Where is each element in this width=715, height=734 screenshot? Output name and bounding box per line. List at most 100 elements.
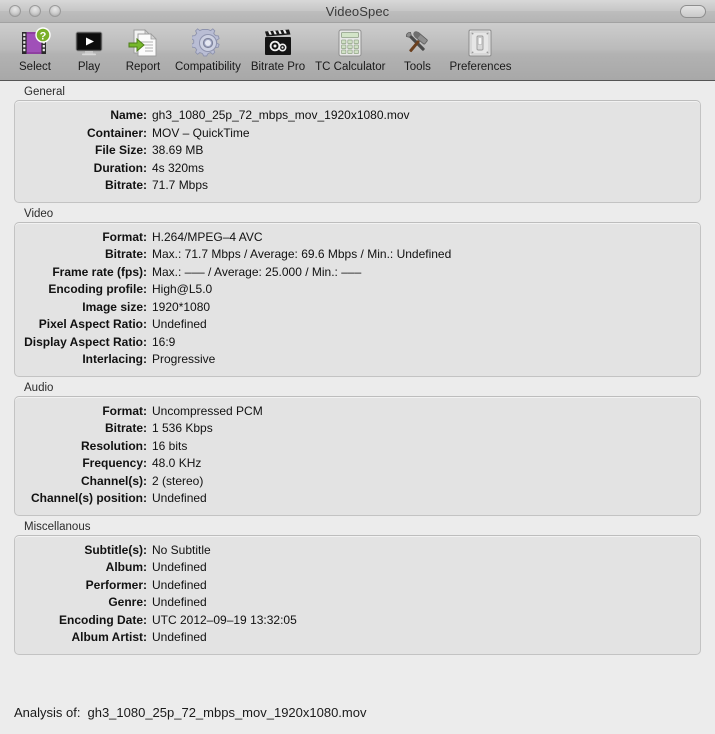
toolbar-button-tc-calculator[interactable]: TC Calculator — [310, 23, 390, 73]
zoom-button[interactable] — [49, 5, 61, 17]
info-row-image-size: Image size: 1920*1080 — [15, 299, 700, 317]
info-value: 2 (stereo) — [152, 473, 204, 488]
info-row-bitrate: Bitrate: 71.7 Mbps — [15, 177, 700, 195]
info-value: Undefined — [152, 577, 207, 592]
info-label: Name: — [110, 108, 147, 122]
info-value: Undefined — [152, 560, 207, 574]
info-row-pixel-aspect-ratio: Pixel Aspect Ratio: Undefined — [15, 316, 700, 334]
main-toolbar: ? Select Play Report Compatibility Bitra… — [0, 23, 715, 81]
info-value: Max.: 71.7 Mbps / Average: 69.6 Mbps / M… — [152, 247, 452, 261]
light-switch-icon — [468, 29, 492, 57]
info-row-format: Format: Uncompressed PCM — [15, 403, 700, 421]
info-value: Undefined — [152, 595, 207, 609]
toolbar-button-compatibility[interactable]: Compatibility — [170, 23, 246, 73]
info-row-display-aspect-ratio: Display Aspect Ratio: 16:9 — [15, 334, 700, 352]
close-button[interactable] — [9, 5, 21, 17]
info-row-name: Name: gh3_1080_25p_72_mbps_mov_1920x1080… — [15, 107, 700, 125]
info-value: 38.69 MB — [152, 143, 204, 157]
toolbar-button-preferences[interactable]: Preferences — [444, 23, 516, 73]
info-label: Format: — [102, 229, 147, 244]
toolbar-label-select: Select — [19, 61, 51, 73]
info-value: UTC 2012–09–19 13:32:05 — [152, 612, 297, 627]
toolbar-button-play[interactable]: Play — [62, 23, 116, 73]
toolbar-label-preferences: Preferences — [449, 61, 512, 73]
section-general: General Name: gh3_1080_25p_72_mbps_mov_1… — [14, 81, 701, 203]
info-row-file-size: File Size: 38.69 MB — [15, 142, 700, 160]
panel-video: Format: H.264/MPEG–4 AVC Bitrate: Max.: … — [14, 221, 701, 377]
info-row-duration: Duration: 4s 320ms — [15, 160, 700, 178]
section-title-video: Video — [24, 207, 54, 220]
panel-general: Name: gh3_1080_25p_72_mbps_mov_1920x1080… — [14, 100, 701, 203]
document-arrow-icon — [128, 29, 157, 57]
info-label: Channel(s) position: — [31, 491, 147, 505]
monitor-play-icon — [75, 31, 103, 56]
section-video: Video Format: H.264/MPEG–4 AVC Bitrate: … — [14, 203, 701, 377]
info-label: Format: — [102, 403, 147, 418]
info-row-frame-rate: Frame rate (fps): Max.: ––– / Average: 2… — [15, 264, 700, 282]
panel-audio: Format: Uncompressed PCM Bitrate: 1 536 … — [14, 395, 701, 516]
info-row-bitrate: Bitrate: Max.: 71.7 Mbps / Average: 69.6… — [15, 246, 700, 264]
calculator-icon — [338, 29, 362, 57]
info-label: Album: — [105, 560, 147, 574]
toolbar-label-report: Report — [125, 61, 161, 73]
toolbar-button-report[interactable]: Report — [116, 23, 170, 73]
info-row-interlacing: Interlacing: Progressive — [15, 351, 700, 369]
toolbar-label-play: Play — [77, 61, 101, 73]
info-label: File Size: — [94, 143, 147, 157]
info-label: Album Artist: — [71, 630, 147, 644]
info-label: Genre: — [108, 595, 147, 609]
info-row-channels: Channel(s): 2 (stereo) — [15, 473, 700, 491]
info-row-format: Format: H.264/MPEG–4 AVC — [15, 229, 700, 247]
info-value: 16:9 — [152, 334, 176, 349]
window-title: VideoSpec — [325, 3, 390, 19]
toolbar-button-tools[interactable]: Tools — [390, 23, 444, 73]
info-label: Display Aspect Ratio: — [24, 334, 147, 349]
toolbar-label-tc-calculator: TC Calculator — [315, 61, 386, 73]
info-label: Bitrate: — [104, 421, 147, 435]
film-strip-question-icon: ? — [22, 27, 51, 54]
status-bar: Analysis of: gh3_1080_25p_72_mbps_mov_19… — [0, 690, 715, 734]
info-content-area: General Name: gh3_1080_25p_72_mbps_mov_1… — [0, 81, 715, 734]
info-label: Encoding profile: — [48, 282, 147, 296]
info-row-container: Container: MOV – QuickTime — [15, 125, 700, 143]
info-value: No Subtitle — [152, 542, 211, 557]
info-label: Bitrate: — [104, 178, 147, 192]
info-value: Undefined — [152, 491, 207, 505]
toolbar-label-tools: Tools — [404, 61, 431, 73]
info-label: Frequency: — [82, 456, 147, 470]
info-label: Frame rate (fps): — [52, 264, 147, 279]
info-row-resolution: Resolution: 16 bits — [15, 438, 700, 456]
section-title-audio: Audio — [24, 381, 54, 394]
info-label: Pixel Aspect Ratio: — [38, 317, 147, 331]
info-label: Resolution: — [81, 438, 147, 453]
info-value: 1920*1080 — [152, 299, 211, 314]
toolbar-button-select[interactable]: ? Select — [8, 23, 62, 73]
info-row-frequency: Frequency: 48.0 KHz — [15, 455, 700, 473]
info-row-performer: Performer: Undefined — [15, 577, 700, 595]
section-miscellanous: Miscellanous Subtitle(s): No Subtitle Al… — [14, 516, 701, 655]
info-row-album-artist: Album Artist: Undefined — [15, 629, 700, 647]
info-value: MOV – QuickTime — [152, 125, 250, 140]
info-label: Encoding Date: — [58, 612, 147, 627]
window-controls — [0, 5, 61, 17]
section-title-miscellanous: Miscellanous — [24, 520, 91, 533]
section-title-general: General — [24, 86, 65, 98]
info-label: Channel(s): — [81, 473, 147, 488]
info-value: 71.7 Mbps — [152, 178, 209, 192]
info-row-subtitles: Subtitle(s): No Subtitle — [15, 542, 700, 560]
info-value: Undefined — [152, 317, 207, 331]
info-label: Interlacing: — [82, 352, 147, 366]
panel-miscellanous: Subtitle(s): No Subtitle Album: Undefine… — [14, 534, 701, 655]
section-audio: Audio Format: Uncompressed PCM Bitrate: … — [14, 377, 701, 516]
info-label: Performer: — [85, 577, 147, 592]
toolbar-button-bitrate-pro[interactable]: Bitrate Pro — [246, 23, 310, 73]
info-row-encoding-profile: Encoding profile: High@L5.0 — [15, 281, 700, 299]
info-value: Uncompressed PCM — [152, 403, 263, 418]
info-value: 1 536 Kbps — [152, 421, 213, 435]
info-value: H.264/MPEG–4 AVC — [152, 229, 263, 244]
minimize-button[interactable] — [29, 5, 41, 17]
toolbar-toggle-button[interactable] — [680, 4, 706, 18]
window-title-bar: VideoSpec — [0, 0, 715, 23]
info-value: gh3_1080_25p_72_mbps_mov_1920x1080.mov — [152, 108, 410, 122]
info-value: Undefined — [152, 630, 207, 644]
